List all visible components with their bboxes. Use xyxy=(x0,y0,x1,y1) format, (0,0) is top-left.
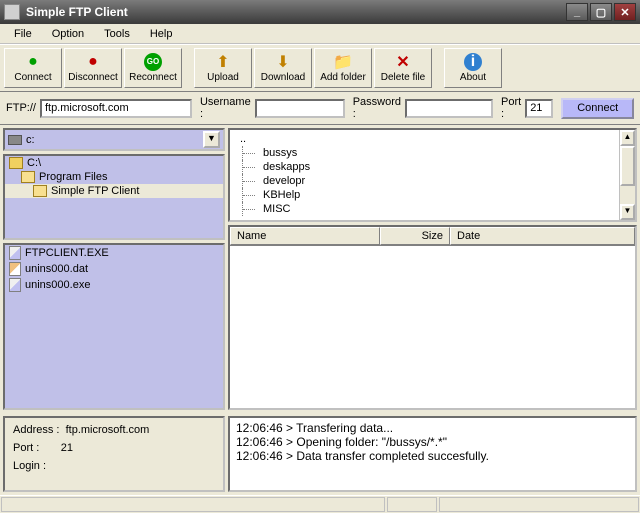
file-icon xyxy=(9,278,21,292)
folder-icon xyxy=(21,171,35,183)
port-input[interactable] xyxy=(525,99,553,118)
window-title: Simple FTP Client xyxy=(26,5,128,19)
file-name: unins000.exe xyxy=(25,279,90,291)
col-size[interactable]: Size xyxy=(380,227,450,245)
drive-selected: c: xyxy=(26,134,35,146)
download-button[interactable]: ⬇Download xyxy=(254,48,312,88)
local-files[interactable]: FTPCLIENT.EXE unins000.dat unins000.exe xyxy=(3,243,225,410)
remote-dir-item[interactable]: bussys xyxy=(242,146,629,160)
play-icon: ● xyxy=(24,53,42,71)
info-login-label: Login : xyxy=(13,460,46,472)
scroll-down-icon[interactable]: ▼ xyxy=(620,204,635,220)
port-label: Port : xyxy=(501,96,521,120)
minimize-button[interactable]: _ xyxy=(566,3,588,21)
file-icon xyxy=(9,246,21,260)
menu-option[interactable]: Option xyxy=(42,26,94,42)
scroll-thumb[interactable] xyxy=(620,146,635,186)
list-body[interactable] xyxy=(230,246,635,408)
menu-help[interactable]: Help xyxy=(140,26,183,42)
bottom-area: Address : ftp.microsoft.com Port : 21 Lo… xyxy=(0,413,640,495)
file-item[interactable]: FTPCLIENT.EXE xyxy=(5,245,223,261)
log-line: 12:06:46 > Transfering data... xyxy=(236,421,629,435)
info-port-label: Port : xyxy=(13,442,39,454)
file-item[interactable]: unins000.dat xyxy=(5,261,223,277)
col-date[interactable]: Date xyxy=(450,227,635,245)
menu-file[interactable]: File xyxy=(4,26,42,42)
remote-root[interactable]: .. xyxy=(236,132,629,146)
scroll-up-icon[interactable]: ▲ xyxy=(620,130,635,146)
folder-icon xyxy=(9,157,23,169)
folder-icon xyxy=(33,185,47,197)
remote-file-list[interactable]: Name Size Date xyxy=(228,225,637,410)
title-bar: Simple FTP Client _ ▢ ✕ xyxy=(0,0,640,24)
info-port-value: 21 xyxy=(61,442,73,454)
file-name: unins000.dat xyxy=(25,263,88,275)
col-name[interactable]: Name xyxy=(230,227,380,245)
add-folder-button[interactable]: 📁Add folder xyxy=(314,48,372,88)
remote-dir-item[interactable]: KBHelp xyxy=(242,188,629,202)
log-panel[interactable]: 12:06:46 > Transfering data...12:06:46 >… xyxy=(228,416,637,492)
upload-icon: ⬆ xyxy=(214,53,232,71)
tree-item[interactable]: Simple FTP Client xyxy=(5,184,223,198)
folder-plus-icon: 📁 xyxy=(334,53,352,71)
tree-label: Simple FTP Client xyxy=(51,185,139,197)
info-addr-value: ftp.microsoft.com xyxy=(66,424,150,436)
chevron-down-icon[interactable]: ▼ xyxy=(203,131,220,148)
info-icon: i xyxy=(464,53,482,71)
reconnect-button[interactable]: GOReconnect xyxy=(124,48,182,88)
close-button[interactable]: ✕ xyxy=(614,3,636,21)
scrollbar[interactable]: ▲▼ xyxy=(619,130,635,220)
refresh-icon: GO xyxy=(144,53,162,71)
download-icon: ⬇ xyxy=(274,53,292,71)
status-bar xyxy=(0,495,640,513)
menu-tools[interactable]: Tools xyxy=(94,26,140,42)
tree-item[interactable]: C:\ xyxy=(5,156,223,170)
menu-bar: File Option Tools Help xyxy=(0,24,640,44)
log-line: 12:06:46 > Data transfer completed succe… xyxy=(236,449,629,463)
tree-label: Program Files xyxy=(39,171,107,183)
about-button[interactable]: iAbout xyxy=(444,48,502,88)
drive-icon xyxy=(8,135,22,145)
delete-icon: ✕ xyxy=(394,53,412,71)
upload-button[interactable]: ⬆Upload xyxy=(194,48,252,88)
username-label: Username : xyxy=(200,96,251,120)
main-area: c: ▼ C:\ Program Files Simple FTP Client F… xyxy=(0,125,640,413)
connection-info: Address : ftp.microsoft.com Port : 21 Lo… xyxy=(3,416,225,492)
connect-button[interactable]: ●Connect xyxy=(4,48,62,88)
tree-label: C:\ xyxy=(27,157,41,169)
list-header: Name Size Date xyxy=(230,227,635,246)
remote-dir-item[interactable]: deskapps xyxy=(242,160,629,174)
local-tree[interactable]: C:\ Program Files Simple FTP Client xyxy=(3,154,225,240)
stop-icon: ● xyxy=(84,53,102,71)
remote-dir-item[interactable]: developr xyxy=(242,174,629,188)
disconnect-button[interactable]: ●Disconnect xyxy=(64,48,122,88)
file-item[interactable]: unins000.exe xyxy=(5,277,223,293)
ftp-address-input[interactable] xyxy=(40,99,192,118)
remote-dirs[interactable]: .. bussysdeskappsdeveloprKBHelpMISC▲▼ xyxy=(228,128,637,222)
maximize-button[interactable]: ▢ xyxy=(590,3,612,21)
file-name: FTPCLIENT.EXE xyxy=(25,247,109,259)
app-icon xyxy=(4,4,20,20)
ftp-label: FTP:// xyxy=(6,102,36,114)
drive-selector[interactable]: c: ▼ xyxy=(3,128,225,151)
username-input[interactable] xyxy=(255,99,345,118)
remote-column: .. bussysdeskappsdeveloprKBHelpMISC▲▼ Na… xyxy=(228,128,637,410)
info-addr-label: Address : xyxy=(13,424,59,436)
log-line: 12:06:46 > Opening folder: "/bussys/*.*" xyxy=(236,435,629,449)
remote-dir-item[interactable]: MISC xyxy=(242,202,629,216)
password-input[interactable] xyxy=(405,99,493,118)
address-bar: FTP:// Username : Password : Port : Conn… xyxy=(0,92,640,125)
toolbar: ●Connect ●Disconnect GOReconnect ⬆Upload… xyxy=(0,44,640,92)
file-icon xyxy=(9,262,21,276)
tree-item[interactable]: Program Files xyxy=(5,170,223,184)
connect-go-button[interactable]: Connect xyxy=(561,98,634,119)
password-label: Password : xyxy=(353,96,401,120)
local-column: c: ▼ C:\ Program Files Simple FTP Client F… xyxy=(3,128,225,410)
delete-file-button[interactable]: ✕Delete file xyxy=(374,48,432,88)
